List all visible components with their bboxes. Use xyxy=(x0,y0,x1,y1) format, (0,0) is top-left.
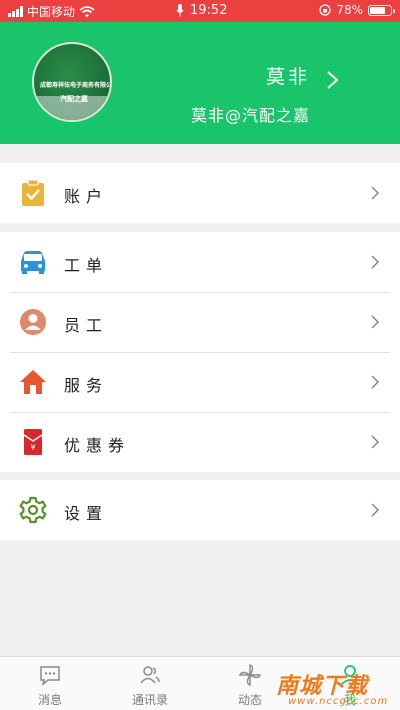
status-time: 19:52 xyxy=(190,3,228,18)
chevron-right-icon xyxy=(371,315,380,329)
mic-icon xyxy=(176,4,184,17)
menu-group-settings: 设置 xyxy=(0,480,400,540)
chevron-right-icon xyxy=(371,503,380,517)
menu-label-settings: 设置 xyxy=(64,504,109,523)
chevron-right-icon[interactable] xyxy=(322,70,342,90)
menu-label-account: 账户 xyxy=(64,187,109,206)
profile-subtitle: 莫非@汽配之嘉 xyxy=(190,106,310,125)
menu-label-coupons: 优惠券 xyxy=(64,436,131,455)
person-icon xyxy=(20,309,46,335)
tab-messages[interactable]: 消息 xyxy=(0,657,100,710)
account-check-icon xyxy=(22,179,44,206)
home-icon xyxy=(20,370,46,394)
avatar-ring-text: 成都寿祥伍电子商务有限公司 xyxy=(40,82,112,89)
chevron-right-icon xyxy=(371,255,380,269)
menu-label-service: 服务 xyxy=(64,376,109,395)
car-icon xyxy=(21,251,45,274)
gear-icon xyxy=(19,496,47,524)
menu-item-account[interactable]: 账户 xyxy=(0,163,400,223)
watermark: 南城下载 www.nccgcc.com xyxy=(270,668,396,710)
tab-contacts[interactable]: 通讯录 xyxy=(100,657,200,710)
carrier-label: 中国移动 xyxy=(27,5,76,19)
chevron-right-icon xyxy=(371,375,380,389)
menu-group-account: 账户 xyxy=(0,163,400,223)
contacts-icon xyxy=(140,666,160,684)
tab-label: 通讯录 xyxy=(131,693,168,707)
status-bar: 中国移动 19:52 78% xyxy=(0,0,400,22)
chevron-right-icon xyxy=(371,435,380,449)
profile-header[interactable]: 成都寿祥伍电子商务有限公司 汽配之嘉 莫非 莫非@汽配之嘉 xyxy=(0,22,400,144)
menu-label-staff: 员工 xyxy=(64,316,109,335)
chevron-right-icon xyxy=(371,186,380,200)
battery-percent: 78% xyxy=(336,3,363,17)
menu-item-coupons[interactable]: ¥ 优惠券 xyxy=(0,412,400,472)
menu-item-service[interactable]: 服务 xyxy=(0,352,400,412)
battery-icon xyxy=(368,4,395,16)
pinwheel-icon xyxy=(238,663,262,687)
signal-icon xyxy=(8,6,23,17)
avatar[interactable]: 成都寿祥伍电子商务有限公司 汽配之嘉 xyxy=(32,42,112,122)
coupon-icon: ¥ xyxy=(23,429,43,455)
orientation-lock-icon xyxy=(319,4,331,16)
svg-text:¥: ¥ xyxy=(30,443,35,452)
avatar-center-text: 汽配之嘉 xyxy=(60,95,88,103)
wifi-icon xyxy=(79,5,95,17)
profile-name: 莫非 xyxy=(265,66,310,88)
message-icon xyxy=(40,666,60,686)
watermark-url: www.nccgcc.com xyxy=(288,696,389,707)
tab-label: 消息 xyxy=(37,693,62,707)
menu-group-business: 工单 员工 服务 ¥ 优惠券 xyxy=(0,232,400,472)
menu-item-staff[interactable]: 员工 xyxy=(0,292,400,352)
menu-item-orders[interactable]: 工单 xyxy=(0,232,400,292)
menu-item-settings[interactable]: 设置 xyxy=(0,480,400,540)
menu-label-orders: 工单 xyxy=(64,256,109,275)
